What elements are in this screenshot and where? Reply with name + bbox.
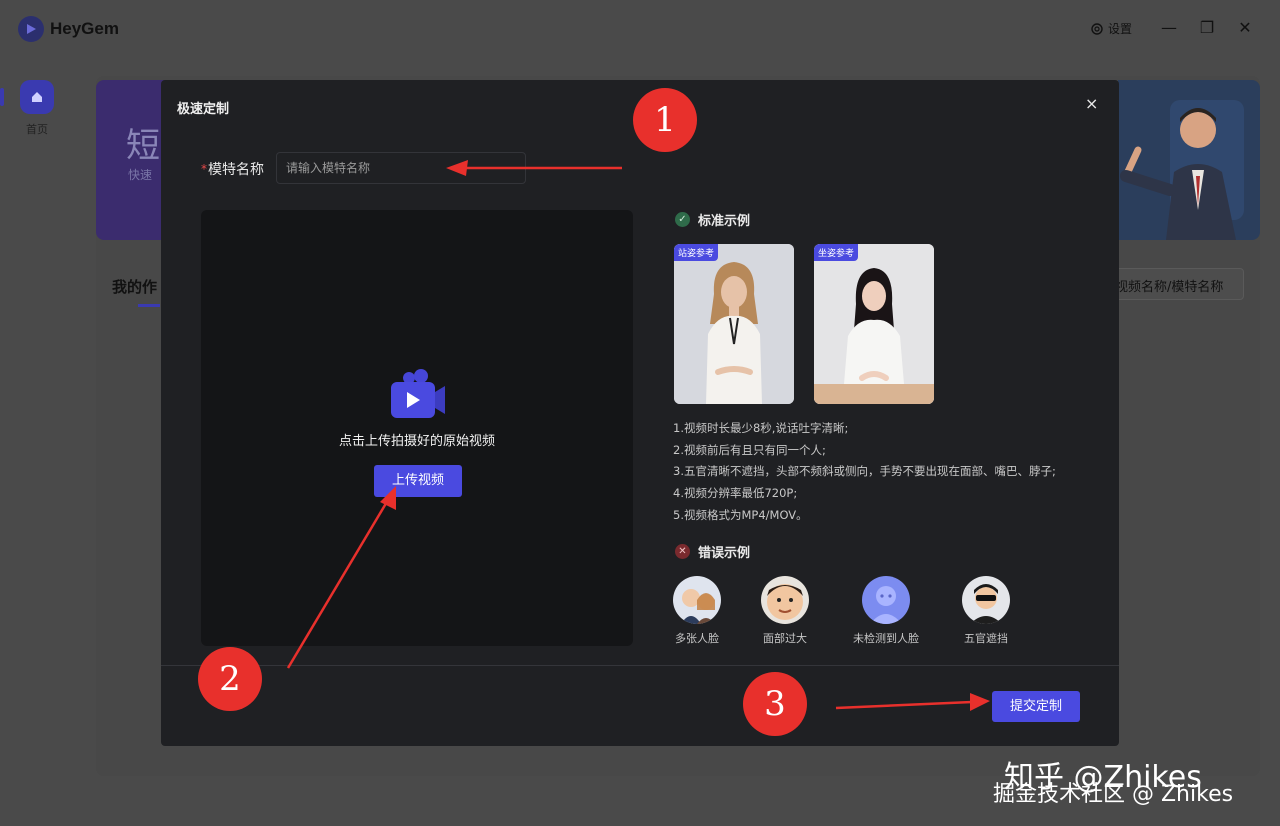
tab-active-underline [138, 304, 160, 307]
standard-example-title: 标准示例 [698, 214, 751, 229]
requirement-item: 1.视频时长最少8秒,说话吐字清晰; [673, 421, 849, 435]
sample-tag: 站姿参考 [674, 244, 719, 261]
dialog-close-icon[interactable]: × [1085, 94, 1098, 113]
requirement-item: 5.视频格式为MP4/MOV。 [673, 507, 808, 522]
banner-title: 短 [126, 126, 160, 166]
submit-customize-button[interactable]: 提交定制 [992, 691, 1080, 722]
sample-tag: 坐姿参考 [814, 244, 859, 261]
tab-my-works[interactable]: 我的作 [112, 276, 157, 297]
requirement-item: 3.五官清晰不遮挡，头部不频斜或侧向，手势不要出现在面部、嘴巴、脖子; [673, 464, 1056, 479]
settings-button[interactable]: 设置 [1090, 20, 1132, 37]
video-upload-area[interactable]: 点击上传拍摄好的原始视频 上传视频 [201, 210, 633, 646]
error-example-no-face-detected: 未检测到人脸 [831, 576, 941, 646]
upload-hint-text: 点击上传拍摄好的原始视频 [338, 434, 495, 449]
dialog-title: 极速定制 [177, 102, 230, 117]
error-label: 面部过大 [763, 632, 807, 645]
banner-subtitle: 快速 [128, 168, 153, 182]
sidebar-item-home[interactable] [20, 80, 54, 114]
gear-icon [1091, 22, 1103, 35]
step-3-marker: 3 [743, 672, 807, 736]
banner-avatar-image [1118, 80, 1260, 240]
model-name-input[interactable] [276, 152, 526, 184]
required-mark: * [201, 162, 207, 176]
settings-label: 设置 [1108, 22, 1133, 36]
play-logo-icon [18, 16, 44, 42]
requirement-item: 2.视频前后有且只有同一个人; [673, 442, 826, 457]
no-face-avatar [862, 576, 910, 624]
sidebar-active-indicator [0, 88, 4, 106]
error-example-face-too-large: 面部过大 [730, 576, 840, 646]
error-x-icon: ✕ [675, 544, 690, 559]
model-name-label: 模特名称 [208, 162, 264, 178]
requirements-list: 1.视频时长最少8秒,说话吐字清晰; 2.视频前后有且只有同一个人; 3.五官清… [673, 418, 1056, 527]
sitting-sample-image: 坐姿参考 [814, 244, 934, 404]
video-camera-icon [385, 366, 449, 426]
requirement-item: 4.视频分辨率最低720P; [673, 486, 798, 501]
title-bar: HeyGem 设置 — ❐ ✕ [0, 0, 1280, 60]
watermark-juejin: 掘金技术社区 @ Zhikes [993, 782, 1234, 807]
works-search-input[interactable]: 视频名称/模特名称 [1110, 268, 1244, 300]
multiple-faces-avatar [673, 576, 721, 624]
close-window-icon[interactable]: ✕ [1235, 18, 1255, 38]
home-icon [32, 92, 42, 102]
error-label: 五官遮挡 [964, 632, 1008, 645]
restore-icon[interactable]: ❐ [1197, 18, 1217, 38]
error-example-features-blocked: 五官遮挡 [931, 576, 1041, 646]
standing-sample-image: 站姿参考 [674, 244, 794, 404]
error-label: 未检测到人脸 [853, 632, 919, 645]
sidebar-home-label: 首页 [26, 123, 48, 136]
step-2-marker: 2 [198, 647, 262, 711]
minimize-icon[interactable]: — [1159, 18, 1179, 38]
step-1-marker: 1 [633, 88, 697, 152]
app-logo: HeyGem [18, 16, 119, 42]
features-blocked-avatar [962, 576, 1010, 624]
check-icon: ✓ [675, 212, 690, 227]
quick-customize-dialog: 极速定制 × * 模特名称 点击上传拍摄好的原始视频 上传视频 ✓ 标准示例 [161, 80, 1119, 746]
standard-example-heading: ✓ 标准示例 [675, 210, 750, 229]
app-name: HeyGem [50, 19, 119, 38]
upload-video-button[interactable]: 上传视频 [374, 465, 462, 497]
error-example-heading: ✕ 错误示例 [675, 542, 750, 561]
face-too-large-avatar [761, 576, 809, 624]
footer-divider [161, 665, 1119, 666]
error-example-title: 错误示例 [698, 546, 751, 561]
